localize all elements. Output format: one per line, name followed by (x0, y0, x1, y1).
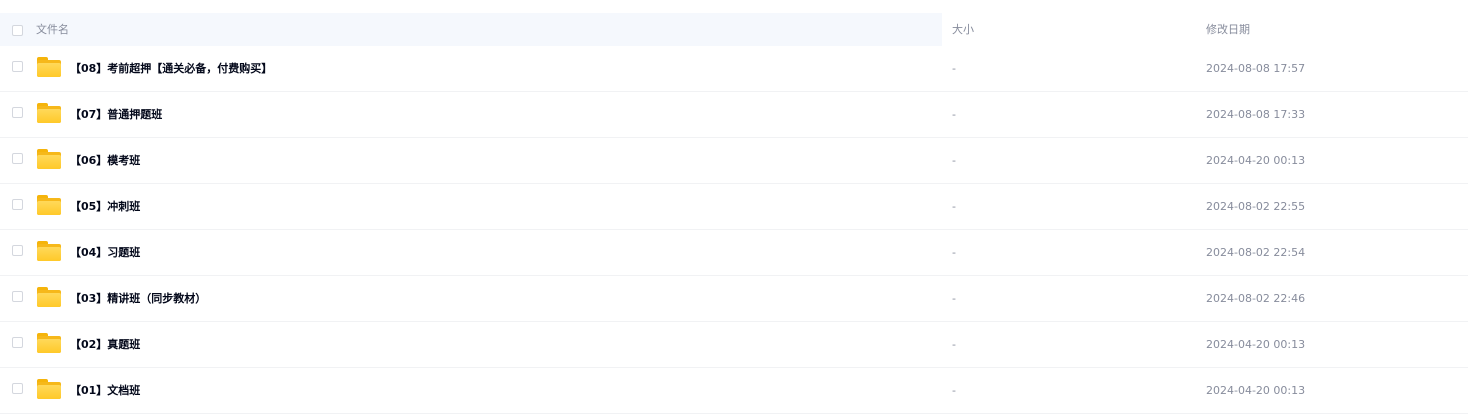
file-row[interactable]: 【08】考前超押【通关必备，付费购买】 - 2024-08-08 17:57 (0, 46, 1468, 92)
folder-icon (37, 241, 61, 261)
file-size: - (952, 338, 956, 351)
row-checkbox[interactable] (12, 107, 23, 118)
file-modified-date: 2024-08-02 22:54 (1206, 246, 1306, 259)
file-name[interactable]: 【02】真题班 (70, 322, 140, 368)
row-checkbox[interactable] (12, 61, 23, 72)
column-header-modified[interactable]: 修改日期 (1206, 13, 1250, 46)
column-header-size[interactable]: 大小 (952, 13, 974, 46)
file-list-table: 文件名 大小 修改日期 【08】考前超押【通关必备，付费购买】 - 2024-0… (0, 13, 1468, 414)
file-size: - (952, 154, 956, 167)
file-modified-date: 2024-04-20 00:13 (1206, 384, 1306, 397)
file-name[interactable]: 【05】冲刺班 (70, 184, 140, 230)
file-row[interactable]: 【04】习题班 - 2024-08-02 22:54 (0, 230, 1468, 276)
file-name[interactable]: 【07】普通押题班 (70, 92, 162, 138)
file-row[interactable]: 【01】文档班 - 2024-04-20 00:13 (0, 368, 1468, 414)
file-row[interactable]: 【02】真题班 - 2024-04-20 00:13 (0, 322, 1468, 368)
folder-icon (37, 149, 61, 169)
file-name[interactable]: 【01】文档班 (70, 368, 140, 414)
file-row[interactable]: 【03】精讲班（同步教材） - 2024-08-02 22:46 (0, 276, 1468, 322)
file-name[interactable]: 【04】习题班 (70, 230, 140, 276)
file-row[interactable]: 【05】冲刺班 - 2024-08-02 22:55 (0, 184, 1468, 230)
row-checkbox[interactable] (12, 337, 23, 348)
file-size: - (952, 108, 956, 121)
file-size: - (952, 246, 956, 259)
file-size: - (952, 292, 956, 305)
file-modified-date: 2024-08-08 17:57 (1206, 62, 1306, 75)
file-row[interactable]: 【06】模考班 - 2024-04-20 00:13 (0, 138, 1468, 184)
header-name-column-bg (0, 13, 942, 46)
column-header-name[interactable]: 文件名 (36, 13, 69, 46)
folder-icon (37, 195, 61, 215)
file-modified-date: 2024-04-20 00:13 (1206, 338, 1306, 351)
row-checkbox[interactable] (12, 245, 23, 256)
folder-icon (37, 57, 61, 77)
file-name[interactable]: 【08】考前超押【通关必备，付费购买】 (70, 46, 272, 92)
folder-icon (37, 287, 61, 307)
file-row[interactable]: 【07】普通押题班 - 2024-08-08 17:33 (0, 92, 1468, 138)
select-all-checkbox[interactable] (12, 25, 23, 36)
folder-icon (37, 103, 61, 123)
folder-icon (37, 379, 61, 399)
row-checkbox[interactable] (12, 199, 23, 210)
file-modified-date: 2024-08-02 22:46 (1206, 292, 1306, 305)
table-header: 文件名 大小 修改日期 (0, 13, 1468, 46)
file-modified-date: 2024-04-20 00:13 (1206, 154, 1306, 167)
row-checkbox[interactable] (12, 383, 23, 394)
folder-icon (37, 333, 61, 353)
file-size: - (952, 62, 956, 75)
file-modified-date: 2024-08-02 22:55 (1206, 200, 1306, 213)
file-name[interactable]: 【06】模考班 (70, 138, 140, 184)
file-size: - (952, 384, 956, 397)
row-checkbox[interactable] (12, 291, 23, 302)
row-checkbox[interactable] (12, 153, 23, 164)
file-modified-date: 2024-08-08 17:33 (1206, 108, 1306, 121)
file-size: - (952, 200, 956, 213)
file-name[interactable]: 【03】精讲班（同步教材） (70, 276, 206, 322)
